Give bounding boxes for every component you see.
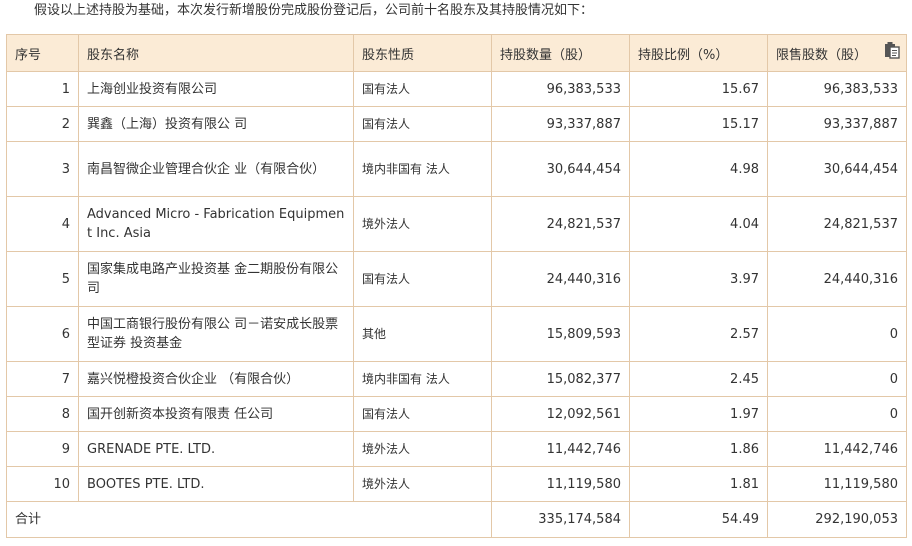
row-index: 9 [6,431,79,467]
share-ratio: 3.97 [629,251,768,307]
shareholder-nature: 其他 [353,306,492,362]
header-share-ratio: 持股比例（%） [629,34,768,72]
share-ratio: 15.67 [629,71,768,107]
restricted-shares: 11,442,746 [767,431,907,467]
table-row: 3 南昌智微企业管理合伙企 业（有限合伙） 境内非国有 法人 30,644,45… [6,141,907,197]
restricted-shares: 24,440,316 [767,251,907,307]
shareholder-nature: 国有法人 [353,396,492,432]
share-count: 96,383,533 [491,71,630,107]
restricted-shares: 0 [767,361,907,397]
shareholder-name: 嘉兴悦橙投资合伙企业 （有限合伙） [78,361,354,397]
share-count: 15,082,377 [491,361,630,397]
header-index: 序号 [6,34,79,72]
header-restricted-shares-label: 限售股数（股） [776,47,868,63]
shareholder-name: 国开创新资本投资有限责 任公司 [78,396,354,432]
restricted-shares: 0 [767,306,907,362]
header-restricted-shares: 限售股数（股） [767,34,907,72]
shareholder-nature: 境外法人 [353,466,492,502]
share-count: 24,440,316 [491,251,630,307]
row-index: 8 [6,396,79,432]
shareholder-nature: 国有法人 [353,251,492,307]
total-share-ratio: 54.49 [629,501,768,538]
table-row: 9 GRENADE PTE. LTD. 境外法人 11,442,746 1.86… [6,431,907,467]
table-row: 1 上海创业投资有限公司 国有法人 96,383,533 15.67 96,38… [6,71,907,107]
share-count: 12,092,561 [491,396,630,432]
restricted-shares: 96,383,533 [767,71,907,107]
restricted-shares: 30,644,454 [767,141,907,197]
header-shareholder-nature: 股东性质 [353,34,492,72]
row-index: 7 [6,361,79,397]
share-count: 11,442,746 [491,431,630,467]
shareholder-nature: 国有法人 [353,106,492,142]
header-share-count: 持股数量（股） [491,34,630,72]
share-ratio: 2.45 [629,361,768,397]
shareholders-table-wrapper: 序号 股东名称 股东性质 持股数量（股） 持股比例（%） 限售股数（股） 1 上… [6,34,907,538]
shareholder-name: Advanced Micro - Fabrication Equipment I… [78,196,354,252]
total-share-count: 335,174,584 [491,501,630,538]
share-count: 93,337,887 [491,106,630,142]
restricted-shares: 11,119,580 [767,466,907,502]
table-row: 4 Advanced Micro - Fabrication Equipment… [6,196,907,252]
share-count: 15,809,593 [491,306,630,362]
shareholder-name: 中国工商银行股份有限公 司－诺安成长股票型证券 投资基金 [78,306,354,362]
clipboard-icon[interactable] [884,41,900,59]
share-count: 11,119,580 [491,466,630,502]
row-index: 4 [6,196,79,252]
row-index: 10 [6,466,79,502]
table-row: 5 国家集成电路产业投资基 金二期股份有限公司 国有法人 24,440,316 … [6,251,907,307]
table-row: 7 嘉兴悦橙投资合伙企业 （有限合伙） 境内非国有 法人 15,082,377 … [6,361,907,397]
restricted-shares: 93,337,887 [767,106,907,142]
table-row: 8 国开创新资本投资有限责 任公司 国有法人 12,092,561 1.97 0 [6,396,907,432]
table-row: 2 巽鑫（上海）投资有限公 司 国有法人 93,337,887 15.17 93… [6,106,907,142]
shareholder-name: BOOTES PTE. LTD. [78,466,354,502]
shareholder-nature: 境外法人 [353,431,492,467]
top-ten-shareholders-table: 序号 股东名称 股东性质 持股数量（股） 持股比例（%） 限售股数（股） 1 上… [6,34,907,538]
share-ratio: 2.57 [629,306,768,362]
total-label: 合计 [6,501,492,538]
shareholder-name: 巽鑫（上海）投资有限公 司 [78,106,354,142]
row-index: 1 [6,71,79,107]
share-ratio: 1.97 [629,396,768,432]
table-row: 10 BOOTES PTE. LTD. 境外法人 11,119,580 1.81… [6,466,907,502]
row-index: 6 [6,306,79,362]
shareholder-nature: 境内非国有 法人 [353,361,492,397]
shareholder-name: 国家集成电路产业投资基 金二期股份有限公司 [78,251,354,307]
shareholder-nature: 境内非国有 法人 [353,141,492,197]
shareholder-nature: 境外法人 [353,196,492,252]
shareholder-name: GRENADE PTE. LTD. [78,431,354,467]
row-index: 3 [6,141,79,197]
shareholder-name: 南昌智微企业管理合伙企 业（有限合伙） [78,141,354,197]
shareholder-name: 上海创业投资有限公司 [78,71,354,107]
restricted-shares: 0 [767,396,907,432]
total-row: 合计 335,174,584 54.49 292,190,053 [6,501,907,538]
header-shareholder-name: 股东名称 [78,34,354,72]
total-restricted-shares: 292,190,053 [767,501,907,538]
share-ratio: 4.04 [629,196,768,252]
intro-text: 假设以上述持股为基础，本次发行新增股份完成股份登记后，公司前十名股东及其持股情况… [34,3,594,18]
row-index: 2 [6,106,79,142]
shareholder-nature: 国有法人 [353,71,492,107]
row-index: 5 [6,251,79,307]
share-ratio: 4.98 [629,141,768,197]
share-ratio: 1.86 [629,431,768,467]
share-ratio: 15.17 [629,106,768,142]
share-count: 30,644,454 [491,141,630,197]
table-row: 6 中国工商银行股份有限公 司－诺安成长股票型证券 投资基金 其他 15,809… [6,306,907,362]
table-header-row: 序号 股东名称 股东性质 持股数量（股） 持股比例（%） 限售股数（股） [6,34,907,72]
share-count: 24,821,537 [491,196,630,252]
share-ratio: 1.81 [629,466,768,502]
restricted-shares: 24,821,537 [767,196,907,252]
